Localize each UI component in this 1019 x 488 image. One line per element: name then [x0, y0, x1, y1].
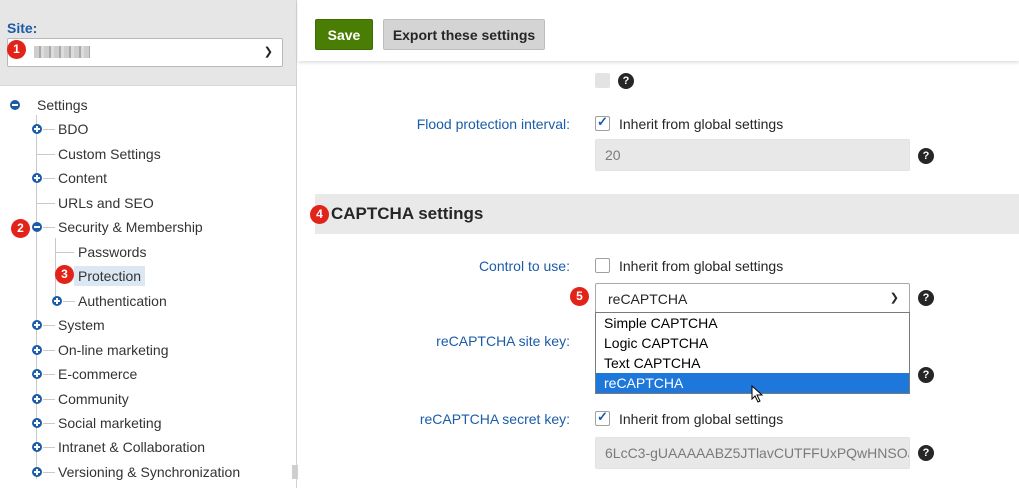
- section-title: CAPTCHA settings: [331, 204, 484, 223]
- settings-sidebar: Site: ❯ 1 Settings BDO Custom Settings C…: [0, 0, 298, 488]
- settings-form: ? Flood protection interval: Inherit fro…: [298, 61, 1019, 488]
- expand-icon[interactable]: [52, 296, 62, 306]
- help-icon[interactable]: ?: [618, 73, 634, 89]
- help-icon[interactable]: ?: [918, 290, 934, 306]
- captcha-section-header: CAPTCHA settings: [315, 194, 1019, 234]
- option-text-captcha[interactable]: Text CAPTCHA: [596, 353, 909, 373]
- secret-key-input: 6LcC3-gUAAAAABZ5JTlavCUTFFUxPQwHNSOJEh: [595, 437, 910, 469]
- flood-inherit-label: Inherit from global settings: [619, 116, 784, 132]
- flood-inherit-checkbox[interactable]: [595, 114, 610, 131]
- collapse-icon[interactable]: [32, 222, 42, 232]
- site-selector-panel: Site: ❯: [0, 0, 296, 86]
- expand-icon[interactable]: [32, 320, 42, 330]
- control-inherit-label: Inherit from global settings: [619, 258, 784, 274]
- annotation-badge-5: 5: [570, 287, 589, 306]
- expand-icon[interactable]: [32, 124, 42, 134]
- option-simple-captcha[interactable]: Simple CAPTCHA: [596, 313, 909, 333]
- annotation-badge-3: 3: [55, 265, 74, 284]
- export-settings-button[interactable]: Export these settings: [383, 19, 545, 50]
- chevron-down-icon: ❯: [889, 292, 899, 304]
- expand-icon[interactable]: [32, 345, 42, 355]
- collapse-icon[interactable]: [10, 100, 20, 110]
- control-inherit-checkbox[interactable]: [595, 258, 610, 273]
- help-icon[interactable]: ?: [918, 445, 934, 461]
- secret-inherit-label: Inherit from global settings: [619, 411, 784, 427]
- expand-icon[interactable]: [32, 467, 42, 477]
- expand-icon[interactable]: [32, 442, 42, 452]
- recaptcha-site-key-label: reCAPTCHA site key:: [436, 333, 570, 349]
- tree-node-protection-label: Protection: [74, 266, 146, 286]
- chevron-down-icon: ❯: [263, 46, 273, 58]
- recaptcha-secret-key-label: reCAPTCHA secret key:: [419, 411, 570, 427]
- flood-protection-label: Flood protection interval:: [416, 116, 570, 132]
- expand-icon[interactable]: [32, 369, 42, 379]
- expand-icon[interactable]: [32, 173, 42, 183]
- annotation-badge-2: 2: [11, 219, 30, 238]
- help-icon[interactable]: ?: [918, 148, 934, 164]
- site-value-obscured: [34, 46, 90, 58]
- mouse-cursor-icon: [751, 385, 764, 403]
- secret-inherit-checkbox[interactable]: [595, 409, 610, 426]
- expand-icon[interactable]: [32, 394, 42, 404]
- annotation-badge-1: 1: [7, 40, 26, 59]
- toolbar: Save Export these settings: [298, 0, 1019, 61]
- help-icon[interactable]: ?: [918, 367, 934, 383]
- captcha-options-list: Simple CAPTCHA Logic CAPTCHA Text CAPTCH…: [595, 312, 910, 394]
- flood-interval-input: 20: [595, 139, 910, 171]
- captcha-control-select[interactable]: reCAPTCHA ❯: [595, 283, 910, 313]
- site-dropdown[interactable]: ❯: [7, 38, 283, 67]
- disabled-checkbox: [595, 73, 610, 88]
- save-button[interactable]: Save: [315, 19, 373, 50]
- expand-icon[interactable]: [32, 418, 42, 428]
- option-logic-captcha[interactable]: Logic CAPTCHA: [596, 333, 909, 353]
- control-to-use-label: Control to use:: [478, 258, 570, 274]
- annotation-badge-4: 4: [310, 205, 329, 224]
- site-label: Site:: [7, 20, 38, 36]
